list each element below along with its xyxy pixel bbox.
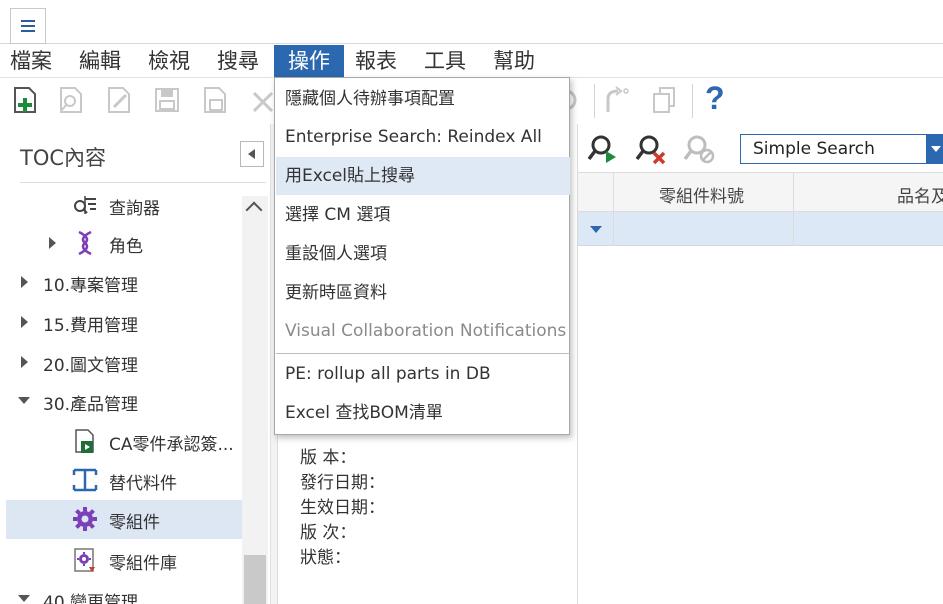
grid-column-separator [613, 212, 614, 246]
grid-column-name[interactable]: 品名及 [897, 182, 943, 207]
tree-item-label: 角色 [109, 237, 143, 257]
expand-icon[interactable] [21, 276, 28, 288]
tree-item-cost-mgmt[interactable]: 15.費用管理 [6, 303, 242, 341]
hamburger-icon [21, 20, 35, 32]
detail-release-date-label: 發行日期： [300, 473, 385, 493]
help-icon[interactable]: ? [705, 80, 725, 117]
filter-dropdown-icon[interactable] [590, 226, 602, 233]
divider [20, 182, 266, 183]
grid-column-part-number[interactable]: 零組件料號 [659, 182, 744, 207]
toolbar-separator [594, 84, 595, 118]
grid-column-separator [793, 212, 794, 246]
disabled-search-icon[interactable] [682, 133, 716, 165]
tree-item-label: 15.費用管理 [43, 316, 139, 336]
menu-item-reset-personal-options[interactable]: 重設個人選項 [276, 235, 570, 273]
menu-help[interactable]: 幫助 [487, 45, 541, 78]
detail-revision-label: 版 次： [300, 523, 357, 543]
menu-view[interactable]: 檢視 [142, 45, 196, 78]
tree-item-ca-approval[interactable]: CA零件承認簽... [6, 422, 242, 460]
detail-status-label: 狀態： [300, 548, 351, 568]
tree-item-label: 查詢器 [109, 199, 160, 219]
flow-icon [75, 429, 94, 453]
clear-search-icon[interactable] [634, 133, 668, 165]
grid-header [578, 172, 943, 212]
menu-item-excel-paste-search[interactable]: 用Excel貼上搜尋 [276, 157, 570, 195]
menu-reports[interactable]: 報表 [349, 45, 403, 78]
chevron-down-icon[interactable] [927, 134, 943, 164]
tree-item-label: 30.產品管理 [43, 395, 139, 415]
menu-actions[interactable]: 操作 [274, 45, 344, 78]
gear-library-icon [74, 548, 95, 572]
menu-file[interactable]: 檔案 [4, 45, 58, 78]
expand-icon[interactable] [21, 356, 28, 368]
menu-edit[interactable]: 編輯 [73, 45, 127, 78]
search-doc-icon[interactable] [56, 85, 86, 115]
grid-filter-row[interactable] [578, 212, 943, 246]
tree-item-substitute[interactable]: 替代料件 [6, 461, 242, 499]
menu-item-enterprise-reindex[interactable]: Enterprise Search: Reindex All [276, 118, 570, 156]
tree-item-query[interactable]: 查詢器 [6, 186, 242, 224]
menu-tools[interactable]: 工具 [418, 45, 472, 78]
top-bar [0, 0, 943, 44]
expand-icon[interactable] [49, 237, 56, 249]
collapse-icon[interactable] [18, 397, 30, 404]
tree-item-component-library[interactable]: 零組件庫 [6, 541, 242, 579]
tree-item-change-mgmt[interactable]: 40.變更管理 [6, 580, 242, 604]
save-as-icon[interactable] [200, 85, 230, 115]
tree-item-components[interactable]: 零組件 [6, 500, 242, 539]
menu-item-update-timezone[interactable]: 更新時區資料 [276, 274, 570, 312]
tree-item-label: 40.變更管理 [43, 593, 139, 604]
toc-title: TOC內容 [20, 146, 107, 170]
query-icon [74, 196, 96, 214]
tree-item-label: CA零件承認簽... [109, 435, 234, 455]
actions-dropdown-menu: 隱藏個人待辦事項配置 Enterprise Search: Reindex Al… [274, 77, 570, 435]
menu-search[interactable]: 搜尋 [211, 45, 265, 78]
tree-item-roles[interactable]: 角色 [6, 224, 242, 262]
substitute-icon [72, 468, 98, 492]
tree-item-label: 10.專案管理 [43, 276, 139, 296]
tree-item-label: 零組件庫 [109, 554, 177, 574]
new-icon[interactable] [10, 85, 40, 115]
tree-item-project-mgmt[interactable]: 10.專案管理 [6, 263, 242, 301]
dna-icon [78, 230, 92, 256]
tree-item-label: 零組件 [109, 513, 160, 533]
menu-separator [276, 353, 570, 354]
workflow-icon[interactable] [600, 85, 630, 115]
expand-icon[interactable] [21, 316, 28, 328]
menu-item-visual-collab-notifications: Visual Collaboration Notifications [285, 321, 567, 341]
save-icon[interactable] [152, 85, 182, 115]
run-search-icon[interactable] [586, 133, 620, 165]
toc-collapse-button[interactable] [240, 141, 264, 167]
tree-item-label: 替代料件 [109, 474, 177, 494]
search-mode-select[interactable]: Simple Search [740, 134, 927, 164]
menu-item-excel-bom-lookup[interactable]: Excel 查找BOM清單 [276, 394, 570, 432]
menu-bar: 檔案 編輯 檢視 搜尋 操作 報表 工具 幫助 [0, 45, 943, 78]
gear-icon [73, 507, 97, 531]
detail-version-label: 版 本： [300, 448, 357, 468]
toolbar-separator [692, 84, 693, 118]
tree-item-label: 20.圖文管理 [43, 356, 139, 376]
detail-effective-date-label: 生效日期： [300, 498, 385, 518]
toc-scrollbar[interactable] [242, 196, 268, 604]
hamburger-menu-button[interactable] [10, 8, 46, 44]
edit-icon[interactable] [104, 85, 134, 115]
tree-item-doc-mgmt[interactable]: 20.圖文管理 [6, 343, 242, 381]
collapse-icon[interactable] [18, 595, 30, 602]
tree-item-product-mgmt[interactable]: 30.產品管理 [6, 382, 242, 420]
menu-item-hide-todo-config[interactable]: 隱藏個人待辦事項配置 [276, 80, 570, 118]
copy-icon[interactable] [650, 85, 680, 115]
menu-item-rollup-parts[interactable]: PE: rollup all parts in DB [276, 355, 570, 393]
scrollbar-thumb[interactable] [244, 555, 266, 604]
menu-item-select-cm-options[interactable]: 選擇 CM 選項 [276, 196, 570, 234]
